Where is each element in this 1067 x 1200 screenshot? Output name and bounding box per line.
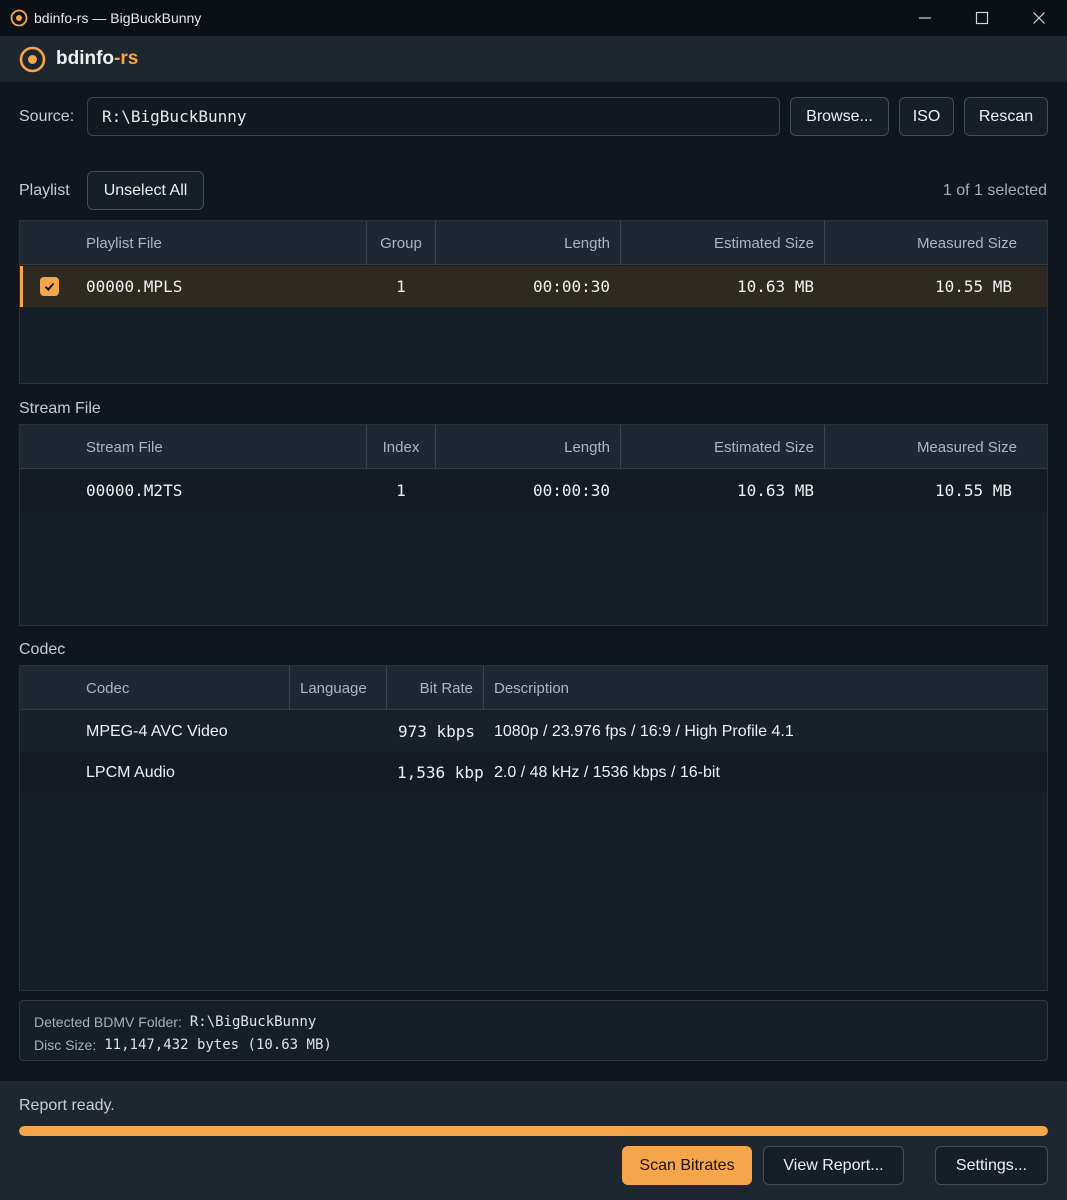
selection-count: 1 of 1 selected <box>942 182 1047 199</box>
window-controls <box>896 0 1067 36</box>
codec-description: 1080p / 23.976 fps / 16:9 / High Profile… <box>494 722 794 740</box>
codec-name: MPEG-4 AVC Video <box>86 722 228 740</box>
maximize-icon <box>975 11 988 25</box>
codec-language <box>290 752 386 793</box>
codec-description: 2.0 / 48 kHz / 1536 kbps / 16-bit <box>494 763 720 781</box>
playlist-table: Playlist File Group Length Estimated Siz… <box>19 220 1048 384</box>
rescan-button[interactable]: Rescan <box>964 97 1048 136</box>
playlist-file: 00000.MPLS <box>86 277 183 296</box>
playlist-label: Playlist <box>19 182 70 199</box>
playlist-estimated-size: 10.63 MB <box>736 277 814 296</box>
stream-file-label: Stream File <box>19 400 101 417</box>
playlist-group: 1 <box>396 277 406 296</box>
minimize-button[interactable] <box>896 0 953 36</box>
stream-estimated-size: 10.63 MB <box>736 481 814 500</box>
column-header[interactable]: Bit Rate <box>387 666 483 710</box>
codec-language <box>290 711 386 752</box>
scan-bitrates-button[interactable]: Scan Bitrates <box>622 1146 752 1185</box>
title-bar: bdinfo-rs — BigBuckBunny <box>0 0 1067 36</box>
brand-name: bdinfo-rs <box>56 48 139 69</box>
disc-size-value: 11,147,432 bytes (10.63 MB) <box>104 1036 332 1053</box>
column-header[interactable]: Length <box>436 221 620 265</box>
window-title: bdinfo-rs — BigBuckBunny <box>34 10 202 26</box>
codec-bitrate: 973 kbps <box>397 722 475 741</box>
table-header: Codec Language Bit Rate Description <box>20 666 1047 710</box>
column-header[interactable]: Stream File <box>76 425 366 469</box>
table-row[interactable]: 00000.M2TS 1 00:00:30 10.63 MB 10.55 MB <box>20 470 1047 511</box>
iso-button[interactable]: ISO <box>899 97 954 136</box>
table-row[interactable]: 00000.MPLS 1 00:00:30 10.63 MB 10.55 MB <box>20 266 1047 307</box>
stream-length: 00:00:30 <box>532 481 610 500</box>
target-logo-icon <box>19 46 46 72</box>
column-header[interactable]: Estimated Size <box>621 221 824 265</box>
unselect-all-button[interactable]: Unselect All <box>87 171 204 210</box>
column-header[interactable]: Group <box>367 221 435 265</box>
table-header: Playlist File Group Length Estimated Siz… <box>20 221 1047 265</box>
table-row[interactable]: LPCM Audio 1,536 kbps 2.0 / 48 kHz / 153… <box>20 752 1047 793</box>
codec-label: Codec <box>19 641 66 658</box>
column-header[interactable]: Length <box>436 425 620 469</box>
checkmark-icon <box>44 282 55 291</box>
disc-size-label: Disc Size: <box>34 1036 97 1053</box>
progress-fill <box>19 1126 1048 1136</box>
codec-bitrate: 1,536 kbps <box>397 763 483 782</box>
codec-table: Codec Language Bit Rate Description MPEG… <box>19 665 1048 991</box>
column-header[interactable]: Description <box>484 666 1024 710</box>
codec-name: LPCM Audio <box>86 763 175 781</box>
playlist-length: 00:00:30 <box>532 277 610 296</box>
minimize-icon <box>918 17 931 19</box>
stream-file-table: Stream File Index Length Estimated Size … <box>19 424 1048 626</box>
column-header[interactable]: Measured Size <box>825 221 1027 265</box>
close-icon <box>1032 12 1045 24</box>
stream-measured-size: 10.55 MB <box>934 481 1012 500</box>
table-row[interactable]: MPEG-4 AVC Video 973 kbps 1080p / 23.976… <box>20 711 1047 752</box>
browse-button[interactable]: Browse... <box>790 97 889 136</box>
stream-file: 00000.M2TS <box>86 481 183 500</box>
maximize-button[interactable] <box>953 0 1010 36</box>
settings-button[interactable]: Settings... <box>935 1146 1048 1185</box>
bdmv-folder-value: R:\BigBuckBunny <box>189 1013 317 1030</box>
view-report-button[interactable]: View Report... <box>763 1146 904 1185</box>
target-icon <box>10 9 28 27</box>
disc-info-panel: Detected BDMV Folder: R:\BigBuckBunny Di… <box>19 1000 1048 1061</box>
bdmv-folder-label: Detected BDMV Folder: <box>34 1013 182 1030</box>
status-text: Report ready. <box>19 1097 115 1114</box>
table-header: Stream File Index Length Estimated Size … <box>20 425 1047 469</box>
source-label: Source: <box>19 108 75 125</box>
column-header[interactable]: Estimated Size <box>621 425 824 469</box>
status-footer: Report ready. Scan Bitrates View Report.… <box>0 1081 1067 1200</box>
progress-bar <box>19 1126 1048 1136</box>
column-header[interactable]: Measured Size <box>825 425 1027 469</box>
column-header[interactable]: Language <box>290 666 386 710</box>
playlist-measured-size: 10.55 MB <box>934 277 1012 296</box>
column-header[interactable]: Index <box>367 425 435 469</box>
close-button[interactable] <box>1010 0 1067 36</box>
row-checkbox[interactable] <box>40 277 59 296</box>
column-header[interactable]: Codec <box>76 666 289 710</box>
app-header: bdinfo-rs <box>0 36 1067 82</box>
stream-index: 1 <box>396 481 406 500</box>
source-path-input[interactable]: R:\BigBuckBunny <box>87 97 780 136</box>
column-header[interactable]: Playlist File <box>76 221 366 265</box>
